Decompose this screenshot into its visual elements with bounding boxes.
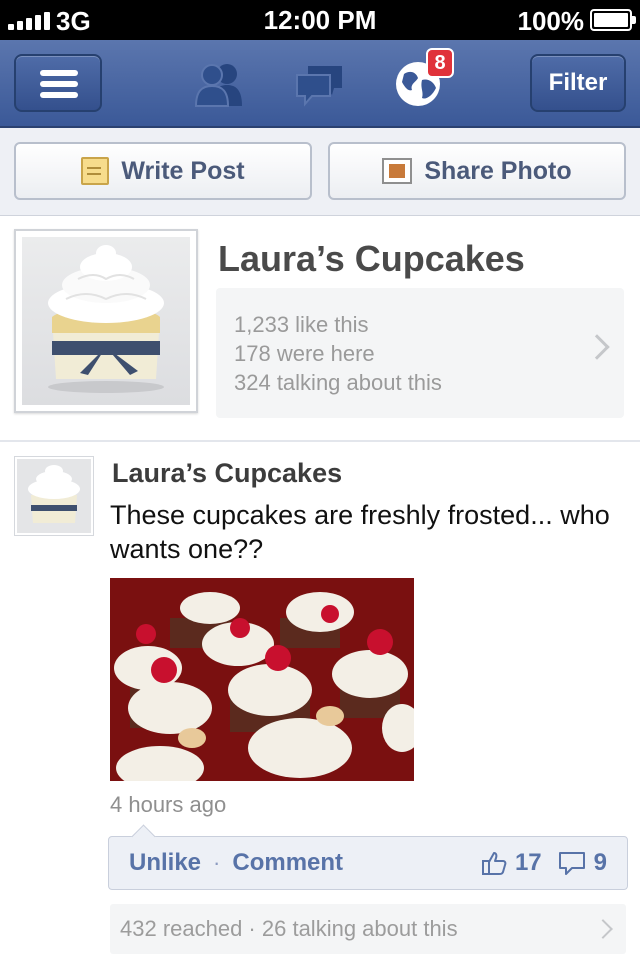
engagement-counts[interactable]: 17 9	[481, 849, 607, 877]
comment-button[interactable]: Comment	[232, 849, 343, 877]
chevron-right-icon	[593, 919, 613, 939]
photo-icon	[382, 158, 413, 184]
note-icon	[81, 157, 110, 185]
checkins-count: 178 were here	[234, 341, 375, 366]
write-post-button[interactable]: Write Post	[14, 142, 312, 200]
battery-percentage: 100%	[517, 6, 585, 36]
page-stats-panel[interactable]: 1,233 like this 178 were here 324 talkin…	[216, 288, 624, 418]
likes-count: 1,233 like this	[234, 312, 369, 337]
post-author[interactable]: Laura’s Cupcakes	[112, 458, 342, 489]
share-photo-button[interactable]: Share Photo	[328, 142, 626, 200]
friends-icon[interactable]	[192, 62, 248, 108]
post-photo[interactable]	[110, 578, 414, 781]
post-reach-bar[interactable]: 432 reached · 26 talking about this	[110, 904, 626, 954]
page-title[interactable]: Laura’s Cupcakes	[218, 238, 525, 280]
share-photo-label: Share Photo	[424, 156, 572, 185]
post-action-bar: Unlike · Comment 17 9	[108, 836, 628, 890]
composer-bar: Write Post Share Photo	[0, 128, 640, 216]
cupcake-image	[22, 237, 190, 405]
messages-icon[interactable]	[294, 62, 346, 108]
talking-count: 324 talking about this	[234, 370, 442, 395]
page-profile-picture[interactable]	[14, 229, 198, 413]
like-count: 17	[514, 849, 542, 876]
comment-count: 9	[593, 849, 607, 876]
avatar[interactable]	[14, 456, 94, 536]
menu-icon	[40, 70, 78, 103]
feed-post: Laura’s Cupcakes These cupcakes are fres…	[0, 442, 640, 960]
reach-text: 432 reached · 26 talking about this	[120, 916, 458, 941]
filter-button[interactable]: Filter	[530, 54, 626, 112]
menu-button[interactable]	[14, 54, 102, 112]
status-bar: 3G 12:00 PM 100%	[0, 0, 640, 40]
write-post-label: Write Post	[121, 156, 245, 185]
top-navigation-bar: 8 Filter	[0, 40, 640, 128]
page-header: Laura’s Cupcakes 1,233 like this 178 wer…	[0, 216, 640, 442]
battery-icon	[590, 9, 636, 31]
action-separator: ·	[213, 850, 221, 875]
post-text: These cupcakes are freshly frosted... wh…	[110, 500, 610, 564]
post-timestamp[interactable]: 4 hours ago	[110, 792, 226, 818]
notification-badge: 8	[426, 48, 454, 78]
comment-bubble-icon	[558, 852, 585, 875]
unlike-button[interactable]: Unlike	[129, 849, 201, 877]
thumbs-up-icon	[481, 852, 507, 875]
